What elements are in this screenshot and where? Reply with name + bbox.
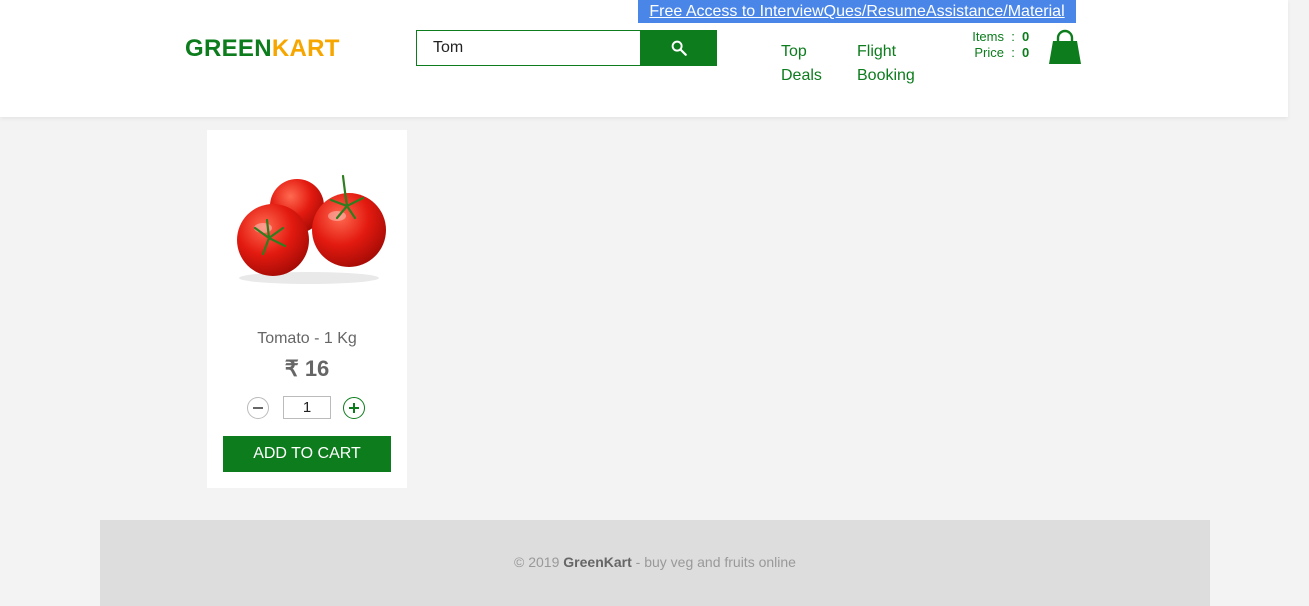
header: Free Access to InterviewQues/ResumeAssis… xyxy=(0,0,1288,117)
tomato-image xyxy=(237,174,386,284)
flight-booking-line1: Flight xyxy=(857,43,897,60)
top-deals-link[interactable]: Top Deals xyxy=(781,40,822,88)
shopping-bag-icon xyxy=(1049,29,1081,64)
top-deals-line1: Top xyxy=(781,43,807,60)
cart-items-row: Items : 0 xyxy=(948,29,1034,45)
add-to-cart-button[interactable]: ADD TO CART xyxy=(223,436,391,472)
search-button[interactable] xyxy=(640,30,717,66)
footer: © 2019 GreenKart - buy veg and fruits on… xyxy=(100,520,1210,606)
increment-button[interactable] xyxy=(343,397,365,419)
decrement-button[interactable] xyxy=(247,397,269,419)
cart-button[interactable] xyxy=(1047,29,1083,70)
cart-price-value: 0 xyxy=(1022,45,1030,60)
cart-price-row: Price : 0 xyxy=(948,45,1034,61)
top-deals-line2: Deals xyxy=(781,67,822,84)
footer-brand: GreenKart xyxy=(563,554,632,570)
logo[interactable]: GREENKART xyxy=(185,35,340,63)
quantity-input[interactable] xyxy=(283,396,331,419)
footer-tagline: - buy veg and fruits online xyxy=(631,554,796,570)
cart-items-count: 0 xyxy=(1022,29,1030,44)
product-card: Tomato - 1 Kg ₹ 16 ADD TO CART xyxy=(207,130,407,488)
product-price: ₹ 16 xyxy=(284,356,330,381)
cart-info: Items : 0 Price : 0 xyxy=(948,29,1034,61)
cart-items-separator: : xyxy=(1011,29,1015,44)
promo-link[interactable]: Free Access to InterviewQues/ResumeAssis… xyxy=(638,0,1076,23)
logo-kart: KART xyxy=(271,35,340,62)
search-input[interactable] xyxy=(416,30,640,66)
search-icon xyxy=(671,40,687,56)
flight-booking-line2: Booking xyxy=(857,67,915,84)
quantity-stepper xyxy=(207,396,407,420)
logo-green: GREEN xyxy=(185,35,272,62)
minus-icon xyxy=(253,407,263,409)
plus-icon xyxy=(349,403,359,413)
cart-price-separator: : xyxy=(1011,45,1015,60)
cart-price-label: Price xyxy=(974,45,1004,60)
flight-booking-link[interactable]: Flight Booking xyxy=(857,40,915,88)
cart-items-label: Items xyxy=(972,29,1004,44)
product-image xyxy=(227,168,387,293)
product-name: Tomato - 1 Kg xyxy=(257,330,357,347)
footer-copyright: © 2019 xyxy=(514,554,564,570)
